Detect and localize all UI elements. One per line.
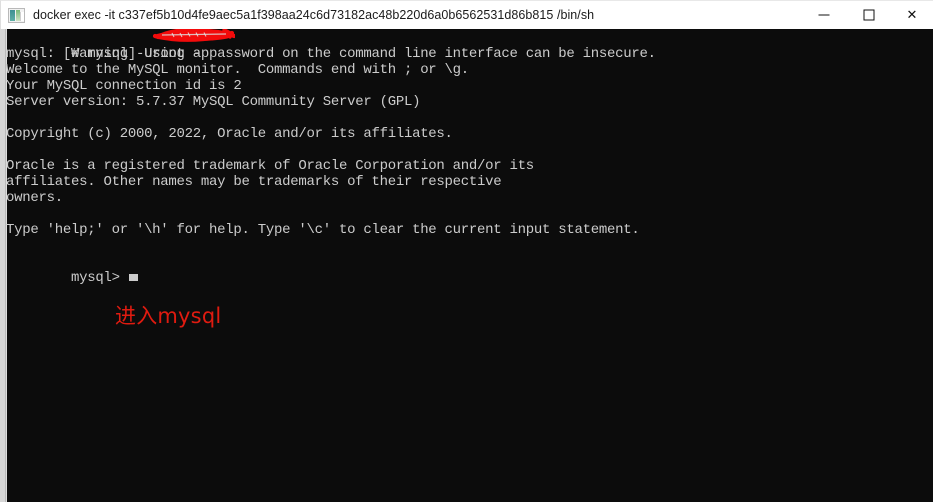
mysql-prompt-line: mysql> <box>6 254 656 286</box>
terminal-line: affiliates. Other names may be trademark… <box>6 174 502 190</box>
terminal-line: Server version: 5.7.37 MySQL Community S… <box>6 94 421 110</box>
password-redaction-scribble <box>152 29 235 42</box>
terminal-line: owners. <box>6 190 63 206</box>
terminal-output-area[interactable]: # mysql -uroot -p mysql: [Warning] Using… <box>0 29 933 502</box>
terminal-window: docker exec -it c337ef5b10d4fe9aec5a1f39… <box>0 0 933 502</box>
terminal-line: Welcome to the MySQL monitor. Commands e… <box>6 62 469 78</box>
window-titlebar[interactable]: docker exec -it c337ef5b10d4fe9aec5a1f39… <box>0 0 933 29</box>
terminal-line: Copyright (c) 2000, 2022, Oracle and/or … <box>6 126 453 142</box>
annotation-enter-mysql: 进入mysql <box>115 304 222 328</box>
maximize-button[interactable] <box>846 1 891 29</box>
close-button[interactable]: ✕ <box>891 1 933 29</box>
terminal-line: Your MySQL connection id is 2 <box>6 78 242 94</box>
terminal-command-line: # mysql -uroot -p <box>6 29 656 62</box>
close-icon: ✕ <box>906 7 918 22</box>
terminal-command-text: # mysql -uroot -p <box>70 46 210 62</box>
minimize-button[interactable] <box>801 1 846 29</box>
mysql-prompt-text: mysql> <box>70 270 120 286</box>
maximize-icon <box>863 9 874 21</box>
terminal-line: Type 'help;' or '\h' for help. Type '\c'… <box>6 222 640 238</box>
terminal-line: Oracle is a registered trademark of Orac… <box>6 158 534 174</box>
minimize-icon <box>818 14 829 16</box>
text-cursor <box>128 274 138 281</box>
window-title: docker exec -it c337ef5b10d4fe9aec5a1f39… <box>33 8 595 22</box>
console-app-icon <box>8 7 25 23</box>
